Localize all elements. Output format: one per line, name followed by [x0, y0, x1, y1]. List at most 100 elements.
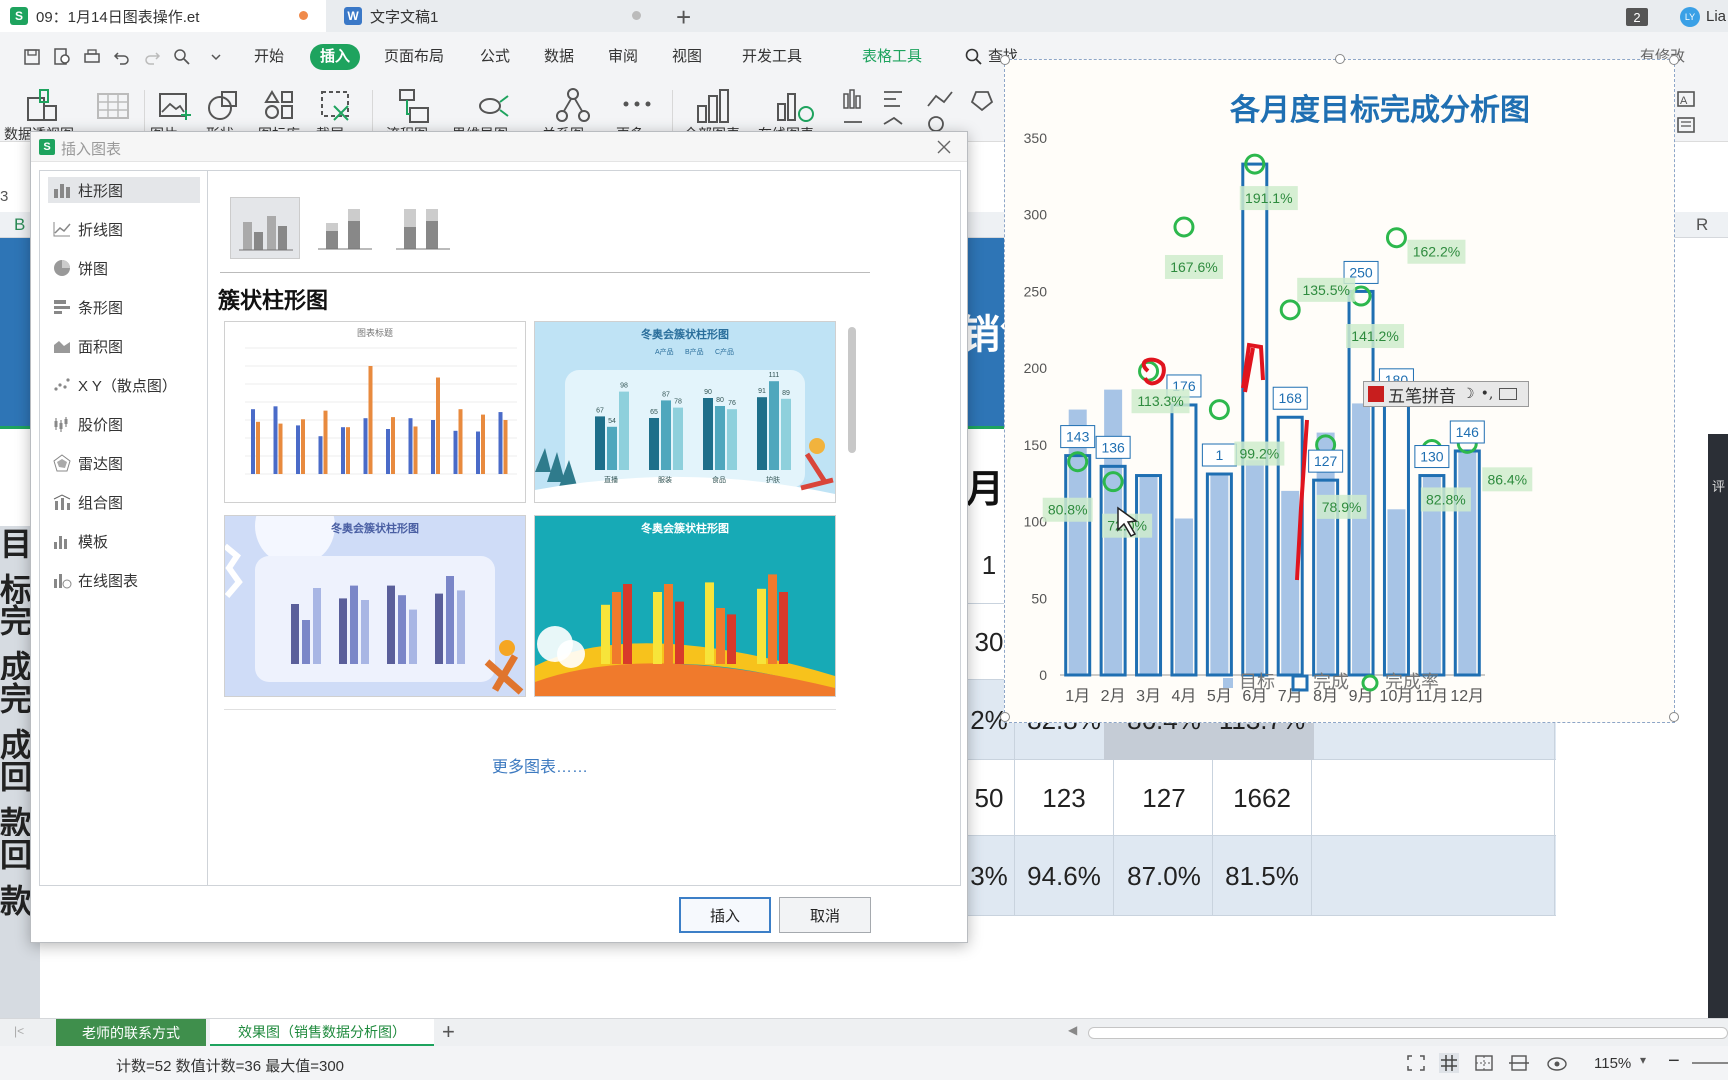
print-icon[interactable] [82, 47, 102, 67]
insert-chart-dialog[interactable]: S 插入图表 柱形图 折线图 饼图 条形图 面积图 X Y（散点图） 股价图 雷… [30, 131, 968, 943]
chart-legend[interactable]: 目标 完成 完成率 [1223, 672, 1439, 692]
insert-button[interactable]: 插入 [679, 897, 771, 933]
target-bar[interactable] [1458, 449, 1477, 675]
normal-view-icon[interactable] [1438, 1052, 1460, 1074]
category-area[interactable]: 面积图 [48, 333, 200, 359]
menu-home[interactable]: 开始 [244, 44, 294, 70]
target-bar[interactable] [1281, 490, 1300, 675]
new-tab-plus-icon[interactable]: + [676, 2, 691, 33]
resize-handle[interactable] [1669, 712, 1679, 722]
table-cell[interactable]: 81.5% [1212, 836, 1312, 916]
chevron-down-icon[interactable] [206, 47, 226, 67]
side-panel-label[interactable]: 评 [1712, 476, 1725, 495]
resize-handle[interactable] [1000, 55, 1010, 65]
category-template[interactable]: 模板 [48, 528, 200, 554]
ime-punctuation-icon[interactable]: •, [1481, 386, 1494, 402]
template-winter-lavender[interactable]: 冬奥会簇状柱形图 [224, 515, 526, 697]
table-cell[interactable]: 1662 [1212, 760, 1312, 836]
menu-insert[interactable]: 插入 [310, 44, 361, 70]
table-cell[interactable]: 127 [1114, 760, 1214, 836]
horizontal-scrollbar[interactable] [1088, 1027, 1728, 1039]
table-cell[interactable]: 3% [964, 836, 1014, 916]
first-sheet-icon[interactable]: |< [14, 1024, 24, 1038]
category-bar[interactable]: 条形图 [48, 294, 200, 320]
ime-moon-icon[interactable]: ☽ [1462, 386, 1475, 402]
menu-data[interactable]: 数据 [534, 44, 584, 70]
target-bar[interactable] [1068, 409, 1087, 675]
category-stock[interactable]: 股价图 [48, 411, 200, 437]
rate-marker[interactable] [1385, 227, 1407, 249]
category-online[interactable]: 在线图表 [48, 567, 200, 593]
find-icon[interactable] [172, 47, 192, 67]
rate-marker[interactable] [1173, 216, 1195, 238]
tab-spreadsheet[interactable]: S 09：1月14日图表操作.et [0, 0, 326, 32]
menu-page-layout[interactable]: 页面布局 [374, 44, 454, 70]
target-bar[interactable] [1210, 475, 1229, 675]
table-cell[interactable]: 123 [1014, 760, 1114, 836]
sheet-tab-contact[interactable]: 老师的联系方式 [56, 1019, 206, 1047]
resize-handle[interactable] [1669, 55, 1679, 65]
cancel-button[interactable]: 取消 [779, 897, 871, 933]
add-sheet-plus-icon[interactable]: + [442, 1019, 455, 1045]
page-break-icon[interactable] [1508, 1053, 1530, 1073]
eye-protection-icon[interactable] [1546, 1053, 1568, 1073]
menu-review[interactable]: 审阅 [598, 44, 648, 70]
ime-mode-label[interactable]: 五笔拼音 [1388, 382, 1456, 407]
save-icon[interactable] [22, 47, 42, 67]
subtype-clustered[interactable] [230, 197, 300, 259]
undo-icon[interactable] [112, 47, 132, 67]
target-bar[interactable] [1352, 403, 1371, 675]
resize-handle[interactable] [1000, 712, 1010, 722]
category-pie[interactable]: 饼图 [48, 255, 200, 281]
rate-marker[interactable] [1279, 299, 1301, 321]
target-bar[interactable] [1387, 509, 1406, 675]
window-count-badge[interactable]: 2 [1626, 8, 1648, 26]
category-scatter[interactable]: X Y（散点图） [48, 372, 200, 398]
zoom-out-icon[interactable]: − [1668, 1050, 1680, 1073]
target-bar[interactable] [1139, 474, 1158, 675]
ime-keyboard-icon[interactable] [1499, 388, 1518, 400]
scroll-left-icon[interactable]: ◀ [1068, 1023, 1077, 1037]
zoom-dropdown-icon[interactable]: ▾ [1640, 1053, 1646, 1067]
fullscreen-icon[interactable] [1406, 1054, 1426, 1072]
table-cell[interactable]: 50 [964, 760, 1014, 836]
column-b-header[interactable]: B [14, 215, 25, 235]
redo-icon[interactable] [142, 47, 162, 67]
more-charts-link[interactable]: 更多图表…… [440, 753, 640, 777]
chart-title[interactable]: 各月度目标完成分析图 [1229, 93, 1530, 127]
template-basic[interactable]: 图表标题 [224, 321, 526, 503]
sheet-tab-effect[interactable]: 效果图（销售数据分析图） [210, 1019, 434, 1047]
avatar[interactable]: LY [1680, 7, 1700, 27]
print-preview-icon[interactable] [52, 47, 72, 67]
rate-marker[interactable] [1208, 399, 1230, 421]
side-panel[interactable] [1708, 434, 1728, 1034]
menu-table-tools[interactable]: 表格工具 [852, 44, 932, 70]
combo-chart[interactable]: 各月度目标完成分析图 0501001502002503003501月 2月 3月 4月… [1005, 60, 1676, 724]
category-line[interactable]: 折线图 [48, 216, 200, 242]
category-column[interactable]: 柱形图 [48, 177, 200, 203]
table-cell[interactable]: 94.6% [1014, 836, 1114, 916]
legend-swatch-target[interactable] [1223, 678, 1233, 688]
tab-document[interactable]: W 文字文稿1 [334, 0, 660, 32]
close-icon[interactable] [937, 140, 951, 154]
zoom-level[interactable]: 115% [1594, 1055, 1631, 1072]
user-name[interactable]: Lia [1706, 8, 1726, 25]
target-bar[interactable] [1245, 460, 1264, 675]
dialog-title-bar[interactable]: S 插入图表 [31, 132, 967, 162]
category-combo[interactable]: 组合图 [48, 489, 200, 515]
table-cell[interactable]: 87.0% [1114, 836, 1214, 916]
gallery-scrollbar[interactable] [848, 327, 856, 453]
template-winter-blue[interactable]: 冬奥会簇状柱形图 A产品 B产品 C产品 67 54 98 直播 65 87 78 服装 90 80 76… [534, 321, 836, 503]
category-radar[interactable]: 雷达图 [48, 450, 200, 476]
menu-view[interactable]: 视图 [662, 44, 712, 70]
chart-container[interactable]: 各月度目标完成分析图 0 50 100 150 200 250 300 350 1月 2月 3月 4月… [1000, 54, 1679, 724]
subtype-stacked[interactable] [310, 197, 380, 259]
zoom-slider[interactable] [1692, 1062, 1728, 1064]
page-layout-icon[interactable] [1474, 1054, 1494, 1072]
ime-toolbar[interactable]: 五笔拼音 ☽ •, [1363, 381, 1529, 407]
column-r-header[interactable]: R [1696, 215, 1708, 235]
menu-formula[interactable]: 公式 [470, 44, 520, 70]
target-bar[interactable] [1174, 518, 1193, 675]
template-winter-teal[interactable]: 冬奥会簇状柱形图 [534, 515, 836, 697]
subtype-percent-stacked[interactable] [388, 197, 458, 259]
